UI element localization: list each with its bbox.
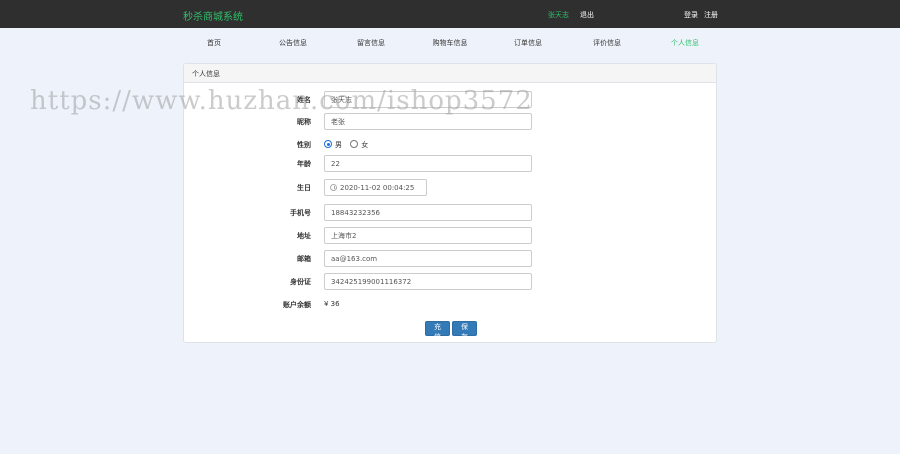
balance-value: ¥ 36	[324, 300, 340, 308]
idcard-input[interactable]	[324, 273, 532, 290]
name-row: 姓名	[184, 91, 718, 108]
balance-row: 账户余额 ¥ 36	[184, 296, 718, 313]
balance-label: 账户余额	[283, 301, 311, 309]
panel-title: 个人信息	[184, 64, 716, 83]
birthday-picker[interactable]	[324, 179, 427, 196]
age-row: 年龄	[184, 155, 718, 172]
logout-link[interactable]: 退出	[580, 10, 594, 20]
idcard-label: 身份证	[290, 278, 311, 286]
register-link[interactable]: 注册	[704, 10, 718, 20]
brand-logo[interactable]: 秒杀商城系统	[183, 8, 243, 23]
profile-panel: 个人信息 姓名 昵称 性别 男 女 年龄 生日 手机号 地址 邮箱 身份证	[183, 63, 717, 343]
name-input[interactable]	[324, 91, 532, 108]
name-label: 姓名	[297, 96, 311, 104]
gender-radio-group: 男 女	[324, 140, 374, 150]
save-button[interactable]: 保存	[452, 321, 477, 341]
nav-cart[interactable]: 购物车信息	[410, 38, 490, 48]
phone-row: 手机号	[184, 204, 718, 221]
main-nav: 首页 公告信息 留言信息 购物车信息 订单信息 评价信息 个人信息	[0, 28, 900, 58]
address-input[interactable]	[324, 227, 532, 244]
idcard-row: 身份证	[184, 273, 718, 290]
birthday-row: 生日	[184, 179, 718, 196]
address-row: 地址	[184, 227, 718, 244]
phone-label: 手机号	[290, 209, 311, 217]
gender-row: 性别 男 女	[184, 136, 718, 153]
nav-reviews[interactable]: 评价信息	[567, 38, 647, 48]
gender-female-label[interactable]: 女	[361, 141, 368, 149]
clock-icon	[330, 184, 337, 191]
nickname-label: 昵称	[297, 118, 311, 126]
nav-announcements[interactable]: 公告信息	[253, 38, 333, 48]
charge-button[interactable]: 充值	[425, 321, 450, 341]
gender-label: 性别	[297, 141, 311, 149]
age-input[interactable]	[324, 155, 532, 172]
nav-messages[interactable]: 留言信息	[331, 38, 411, 48]
gender-male-radio[interactable]	[324, 140, 332, 148]
phone-input[interactable]	[324, 204, 532, 221]
email-label: 邮箱	[297, 255, 311, 263]
nickname-input[interactable]	[324, 113, 532, 130]
email-row: 邮箱	[184, 250, 718, 267]
nav-profile[interactable]: 个人信息	[645, 38, 725, 48]
gender-female-radio[interactable]	[350, 140, 359, 148]
nickname-row: 昵称	[184, 113, 718, 130]
login-link[interactable]: 登录	[684, 10, 698, 20]
address-label: 地址	[297, 232, 311, 240]
nav-home[interactable]: 首页	[174, 38, 254, 48]
nav-orders[interactable]: 订单信息	[488, 38, 568, 48]
email-input[interactable]	[324, 250, 532, 267]
age-label: 年龄	[297, 160, 311, 168]
current-user-link[interactable]: 张天志	[548, 10, 569, 20]
top-bar: 秒杀商城系统 张天志 退出 登录 注册	[0, 0, 900, 28]
birthday-label: 生日	[297, 184, 311, 192]
gender-male-label[interactable]: 男	[335, 141, 342, 149]
